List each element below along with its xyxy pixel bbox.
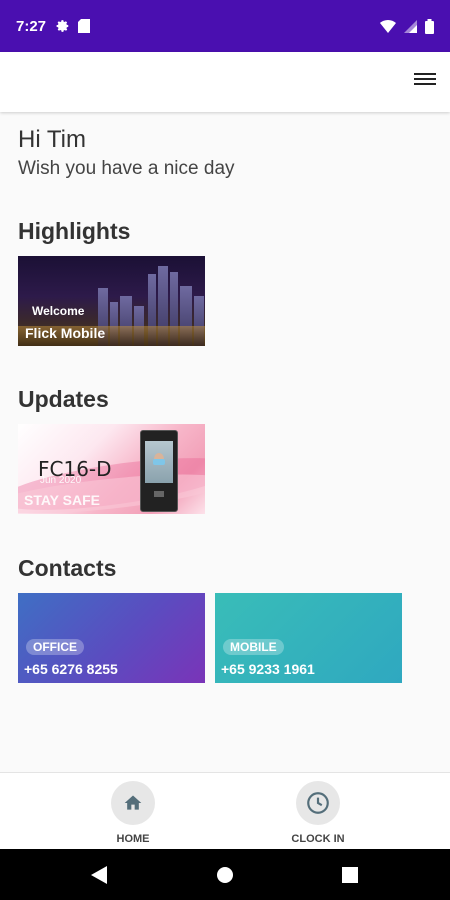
device-image (140, 430, 178, 512)
hamburger-menu-icon[interactable] (414, 70, 436, 92)
highlights-heading: Highlights (18, 218, 131, 244)
clock-icon (307, 792, 329, 814)
highlight-name: Flick Mobile (25, 325, 106, 341)
back-icon[interactable] (69, 849, 129, 900)
sd-card-icon (78, 19, 91, 33)
update-card[interactable]: FC16-D Jun 2020 STAY SAFE (18, 424, 205, 514)
nav-home[interactable]: HOME (88, 781, 178, 845)
update-tagline: STAY SAFE (24, 492, 100, 508)
battery-icon (425, 18, 434, 34)
wifi-icon (380, 19, 396, 33)
system-nav-bar (0, 849, 450, 900)
status-time: 7:27 (16, 17, 47, 35)
contact-card-office[interactable]: OFFICE +65 6276 8255 (18, 593, 205, 683)
nav-clock-in-label: CLOCK IN (291, 833, 345, 845)
status-bar: 7:27 (0, 0, 450, 52)
contact-label: OFFICE (26, 639, 84, 655)
settings-gear-icon (56, 20, 69, 32)
home-circle-icon[interactable] (195, 849, 255, 900)
contact-number: +65 6276 8255 (24, 661, 118, 677)
contacts-heading: Contacts (18, 555, 117, 581)
greeting-subtitle: Wish you have a nice day (18, 158, 235, 179)
highlight-card[interactable]: Welcome Flick Mobile (18, 256, 205, 346)
greeting-title: Hi Tim (18, 126, 86, 153)
updates-heading: Updates (18, 386, 109, 412)
contact-number: +65 9233 1961 (221, 661, 315, 677)
signal-icon (404, 19, 417, 33)
bottom-nav: HOME CLOCK IN (0, 772, 450, 849)
contact-card-mobile[interactable]: MOBILE +65 9233 1961 (215, 593, 402, 683)
app-bar (0, 52, 450, 112)
highlight-eyebrow: Welcome (32, 304, 85, 318)
update-date: Jun 2020 (40, 475, 82, 486)
nav-clock-in[interactable]: CLOCK IN (273, 781, 363, 845)
home-icon (124, 795, 142, 810)
nav-home-label: HOME (116, 833, 150, 845)
recents-square-icon[interactable] (320, 849, 380, 900)
contact-label: MOBILE (223, 639, 284, 655)
